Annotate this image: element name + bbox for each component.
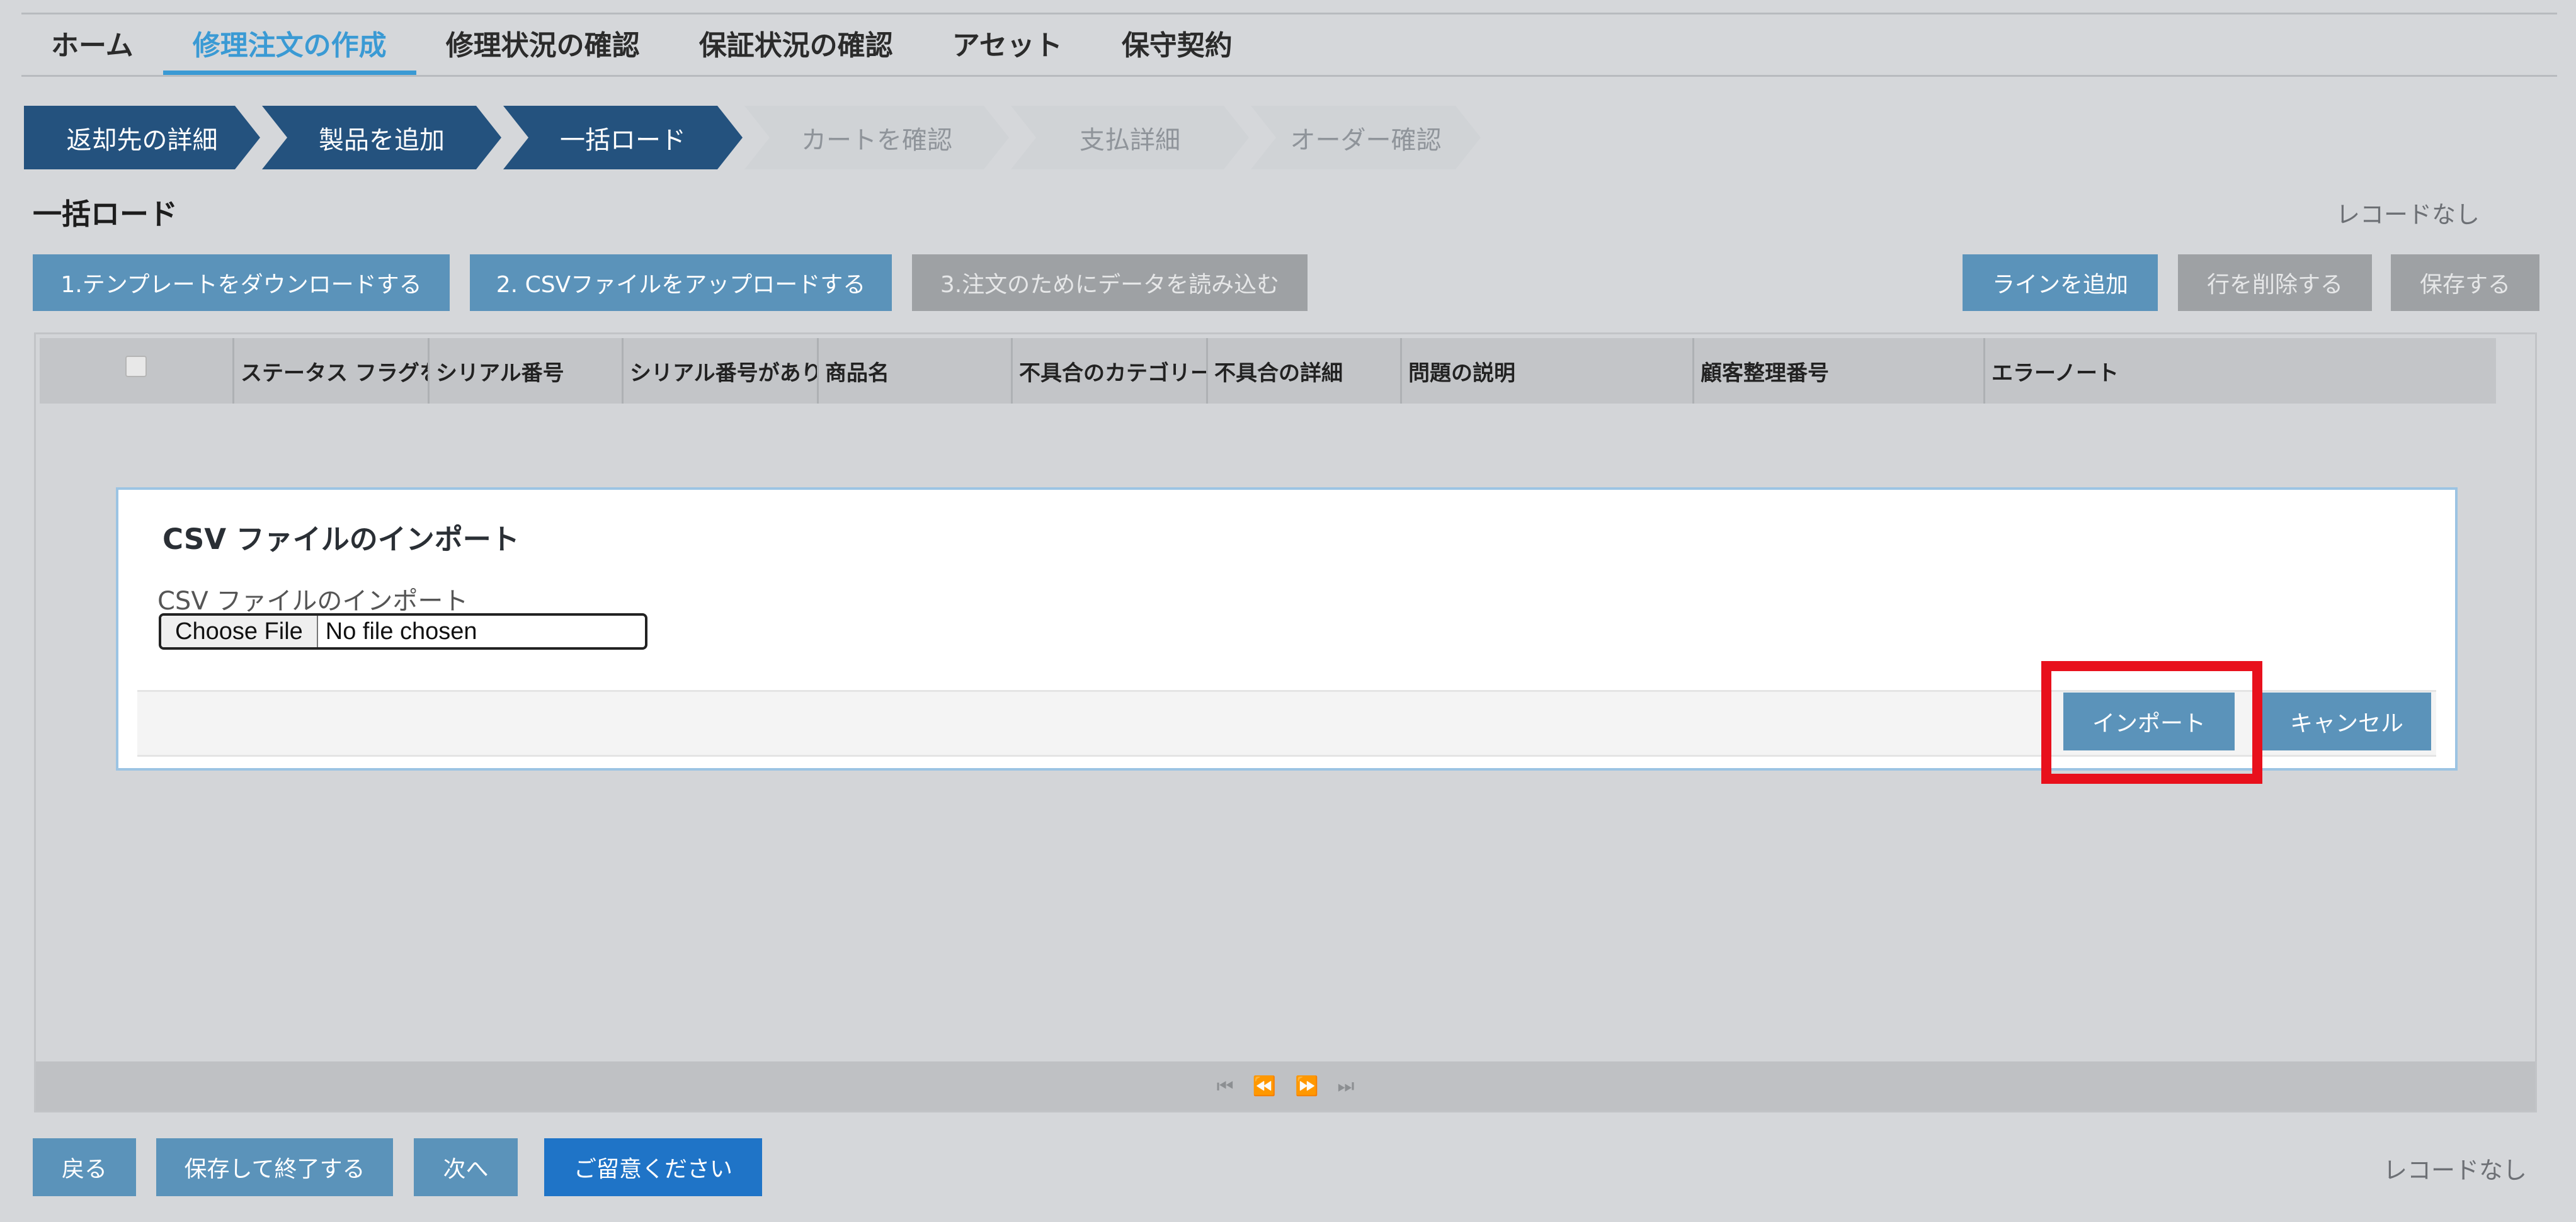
grid-header: ステータス フラグを シリアル番号 シリアル番号があり 商品名 不具合のカテゴリ… (40, 338, 2496, 404)
top-nav: ホーム 修理注文の作成 修理状況の確認 保証状況の確認 アセット 保守契約 (21, 13, 2557, 77)
upload-csv-button[interactable]: 2. CSVファイルをアップロードする (470, 254, 892, 311)
column-status-flag[interactable]: ステータス フラグを (234, 338, 430, 404)
nav-repair-status[interactable]: 修理状況の確認 (416, 14, 670, 75)
add-line-button[interactable]: ラインを追加 (1963, 254, 2158, 311)
delete-row-button[interactable]: 行を削除する (2178, 254, 2372, 311)
grid-pager: ⏮ ⏪ ⏩ ⏭ (36, 1061, 2535, 1111)
step-add-product: 製品を追加 (262, 106, 501, 169)
column-customer-reference[interactable]: 顧客整理番号 (1694, 338, 1985, 404)
load-data-button[interactable]: 3.注文のためにデータを読み込む (912, 254, 1308, 311)
column-problem-description[interactable]: 問題の説明 (1402, 338, 1694, 404)
notice-button[interactable]: ご留意ください (544, 1138, 762, 1196)
next-button[interactable]: 次へ (414, 1138, 518, 1196)
column-serial-number[interactable]: シリアル番号 (430, 338, 624, 404)
column-defect-category[interactable]: 不具合のカテゴリー (1013, 338, 1208, 404)
select-all-column (40, 338, 234, 404)
record-count-bottom: レコードなし (2383, 1157, 2527, 1184)
back-button[interactable]: 戻る (33, 1138, 136, 1196)
select-all-checkbox[interactable] (125, 356, 147, 377)
nav-warranty-status[interactable]: 保証状況の確認 (670, 14, 923, 75)
step-bulk-load: 一括ロード (503, 106, 743, 169)
save-and-exit-button[interactable]: 保存して終了する (156, 1138, 393, 1196)
step-order-confirmation: オーダー確認 (1251, 106, 1481, 169)
first-page-icon[interactable]: ⏮ (1217, 1075, 1234, 1097)
nav-home[interactable]: ホーム (21, 14, 163, 75)
save-button[interactable]: 保存する (2391, 254, 2539, 311)
column-defect-detail[interactable]: 不具合の詳細 (1208, 338, 1402, 404)
next-page-icon[interactable]: ⏩ (1295, 1075, 1318, 1097)
file-field-label: CSV ファイルのインポート (157, 587, 469, 616)
prev-page-icon[interactable]: ⏪ (1253, 1075, 1276, 1097)
download-template-button[interactable]: 1.テンプレートをダウンロードする (33, 254, 450, 311)
cancel-button[interactable]: キャンセル (2262, 693, 2431, 750)
column-has-serial[interactable]: シリアル番号があり (624, 338, 819, 404)
column-error-note[interactable]: エラーノート (1985, 338, 2496, 404)
file-status-text: No file chosen (325, 618, 477, 645)
nav-maintenance-contract[interactable]: 保守契約 (1092, 14, 1262, 75)
page-title: 一括ロード (33, 197, 178, 231)
column-product-name[interactable]: 商品名 (819, 338, 1013, 404)
step-review-cart: カートを確認 (744, 106, 1009, 169)
nav-assets[interactable]: アセット (923, 14, 1092, 75)
modal-title: CSV ファイルのインポート (162, 523, 520, 556)
last-page-icon[interactable]: ⏭ (1337, 1075, 1354, 1097)
step-payment-details: 支払詳細 (1011, 106, 1249, 169)
nav-create-repair-order[interactable]: 修理注文の作成 (162, 14, 416, 75)
import-highlight-box (2041, 661, 2262, 784)
csv-file-input[interactable]: Choose File No file chosen (159, 613, 647, 650)
choose-file-button[interactable]: Choose File (161, 616, 318, 647)
record-count-top: レコードなし (2335, 201, 2480, 229)
step-return-details: 返却先の詳細 (24, 106, 260, 169)
